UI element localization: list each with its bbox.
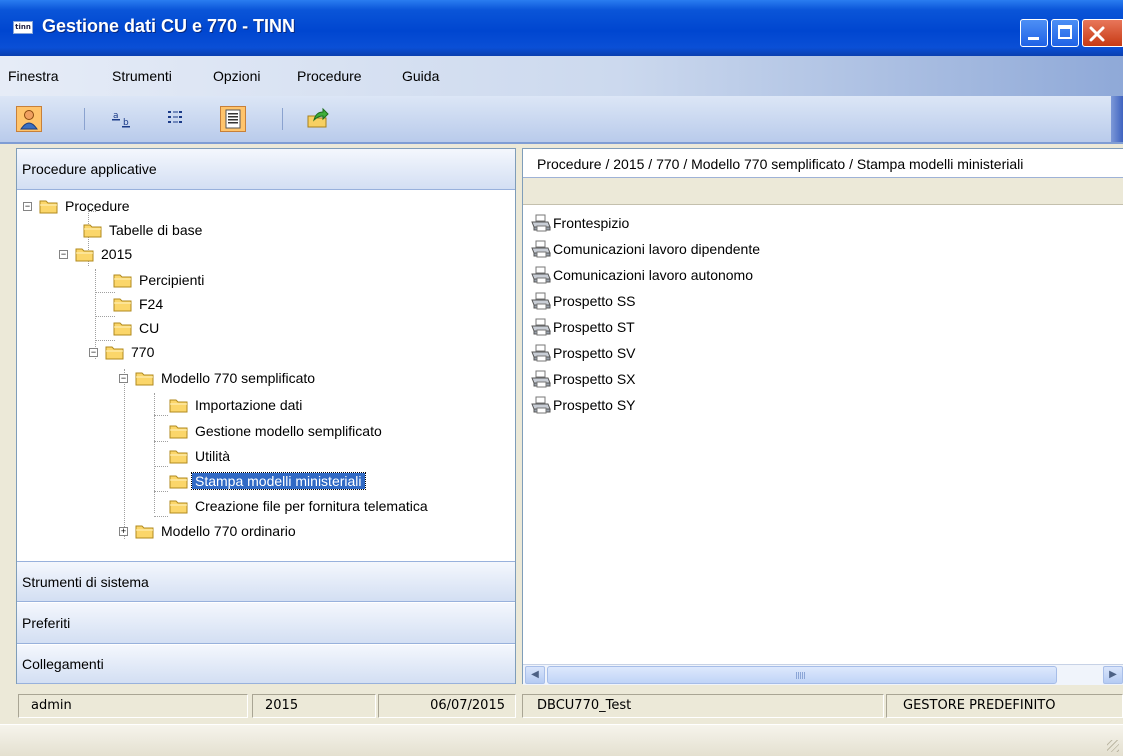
- details-view-button[interactable]: [220, 106, 246, 132]
- list-view-button[interactable]: [164, 106, 190, 132]
- tree-node-cu[interactable]: CU: [113, 317, 162, 339]
- menu-finestra[interactable]: Finestra: [8, 68, 59, 84]
- bottom-strip: [0, 724, 1123, 756]
- folder-icon: [169, 499, 188, 514]
- printer-icon: [531, 292, 551, 310]
- maximize-button[interactable]: [1051, 19, 1079, 47]
- folder-icon: [169, 474, 188, 489]
- print-item[interactable]: Comunicazioni lavoro autonomo: [531, 264, 753, 286]
- print-item[interactable]: Comunicazioni lavoro dipendente: [531, 238, 760, 260]
- resize-grip-icon[interactable]: [1107, 740, 1119, 752]
- window-title: Gestione dati CU e 770 - TINN: [42, 16, 296, 36]
- user-icon: [20, 110, 38, 130]
- menu-procedure[interactable]: Procedure: [297, 68, 362, 84]
- chevron-right-icon: ▶: [1109, 669, 1117, 680]
- chevron-left-icon: ◀: [531, 669, 539, 680]
- rename-button[interactable]: a b: [110, 106, 136, 132]
- scroll-right-button[interactable]: ▶: [1103, 666, 1123, 684]
- tree-node-2015[interactable]: − 2015: [59, 243, 135, 265]
- section-collegamenti[interactable]: Collegamenti: [17, 645, 515, 684]
- export-button[interactable]: [306, 106, 332, 132]
- right-panel-header-strip: [523, 178, 1123, 205]
- toolbar-separator: [282, 108, 283, 130]
- tree-node-f24[interactable]: F24: [113, 293, 166, 315]
- close-button[interactable]: [1082, 19, 1123, 47]
- tree-node-utilita[interactable]: Utilità: [169, 445, 233, 467]
- toolbar: a b: [0, 96, 1123, 144]
- folder-icon: [135, 524, 154, 539]
- section-strumenti-di-sistema[interactable]: Strumenti di sistema: [17, 561, 515, 602]
- print-item[interactable]: Frontespizio: [531, 212, 629, 234]
- procedure-tree: − Procedure Tabelle di base − 2015 Perci…: [17, 191, 515, 559]
- scrollbar-thumb[interactable]: [547, 666, 1057, 684]
- print-item[interactable]: Prospetto SV: [531, 342, 636, 364]
- print-item[interactable]: Prospetto SY: [531, 394, 636, 416]
- list-view-icon: [168, 111, 182, 123]
- details-view-icon: [225, 109, 241, 129]
- printer-icon: [531, 240, 551, 258]
- app-icon: tinn: [13, 21, 33, 34]
- printer-icon: [531, 266, 551, 284]
- status-bar: admin 2015 06/07/2015 DBCU770_Test GESTO…: [0, 688, 1123, 724]
- folder-icon: [113, 273, 132, 288]
- tree-node-modello-770-semplificato[interactable]: − Modello 770 semplificato: [119, 367, 318, 389]
- tree-node-tabelle-di-base[interactable]: Tabelle di base: [83, 219, 205, 241]
- printer-icon: [531, 396, 551, 414]
- folder-icon: [75, 247, 94, 262]
- rename-icon: a b: [112, 111, 130, 128]
- status-database: DBCU770_Test: [522, 694, 884, 718]
- section-preferiti[interactable]: Preferiti: [17, 603, 515, 644]
- folder-icon: [113, 297, 132, 312]
- tree-node-gestione-modello-semplificato[interactable]: Gestione modello semplificato: [169, 420, 385, 442]
- folder-icon: [135, 371, 154, 386]
- status-year: 2015: [252, 694, 376, 718]
- collapse-icon[interactable]: −: [89, 347, 98, 357]
- folder-icon: [105, 345, 124, 360]
- printer-icon: [531, 214, 551, 232]
- toolbar-separator: [84, 108, 85, 130]
- collapse-icon[interactable]: −: [59, 249, 68, 259]
- menu-guida[interactable]: Guida: [402, 68, 439, 84]
- folder-icon: [169, 424, 188, 439]
- scroll-left-button[interactable]: ◀: [525, 666, 545, 684]
- tree-node-770[interactable]: − 770: [89, 341, 157, 363]
- export-icon: [307, 107, 329, 128]
- printer-icon: [531, 318, 551, 336]
- collapse-icon[interactable]: −: [23, 201, 32, 211]
- title-bar: tinn Gestione dati CU e 770 - TINN: [0, 0, 1123, 56]
- section-procedure-applicative[interactable]: Procedure applicative: [17, 149, 515, 190]
- status-manager: GESTORE PREDEFINITO: [886, 694, 1123, 718]
- folder-icon: [113, 321, 132, 336]
- horizontal-scrollbar[interactable]: ◀ ▶: [523, 664, 1123, 685]
- folder-icon: [83, 223, 102, 238]
- print-item[interactable]: Prospetto SX: [531, 368, 636, 390]
- printer-icon: [531, 344, 551, 362]
- breadcrumb: Procedure / 2015 / 770 / Modello 770 sem…: [523, 148, 1123, 178]
- collapse-icon[interactable]: −: [119, 373, 128, 383]
- folder-icon: [169, 398, 188, 413]
- close-icon: [1089, 26, 1105, 42]
- right-panel: Procedure / 2015 / 770 / Modello 770 sem…: [522, 148, 1123, 685]
- menu-opzioni[interactable]: Opzioni: [213, 68, 260, 84]
- tree-node-stampa-modelli-ministeriali[interactable]: Stampa modelli ministeriali: [169, 470, 366, 492]
- print-item[interactable]: Prospetto ST: [531, 316, 635, 338]
- toolbar-overflow[interactable]: [1111, 96, 1123, 142]
- expand-icon[interactable]: +: [119, 526, 128, 536]
- status-date: 06/07/2015: [378, 694, 516, 718]
- menu-bar: Finestra Strumenti Opzioni Procedure Gui…: [0, 56, 1123, 96]
- tree-node-creazione-file[interactable]: Creazione file per fornitura telematica: [169, 495, 431, 517]
- folder-icon: [169, 449, 188, 464]
- folder-icon: [39, 199, 58, 214]
- printer-icon: [531, 370, 551, 388]
- tree-node-procedure[interactable]: − Procedure: [23, 195, 133, 217]
- tree-node-modello-770-ordinario[interactable]: + Modello 770 ordinario: [119, 520, 299, 542]
- minimize-button[interactable]: [1020, 19, 1048, 47]
- user-button[interactable]: [16, 106, 42, 132]
- left-panel: Procedure applicative − Procedure Tabell…: [16, 148, 516, 684]
- print-item[interactable]: Prospetto SS: [531, 290, 636, 312]
- status-user: admin: [18, 694, 248, 718]
- menu-strumenti[interactable]: Strumenti: [112, 68, 172, 84]
- tree-node-importazione-dati[interactable]: Importazione dati: [169, 394, 305, 416]
- tree-node-percipienti[interactable]: Percipienti: [113, 269, 207, 291]
